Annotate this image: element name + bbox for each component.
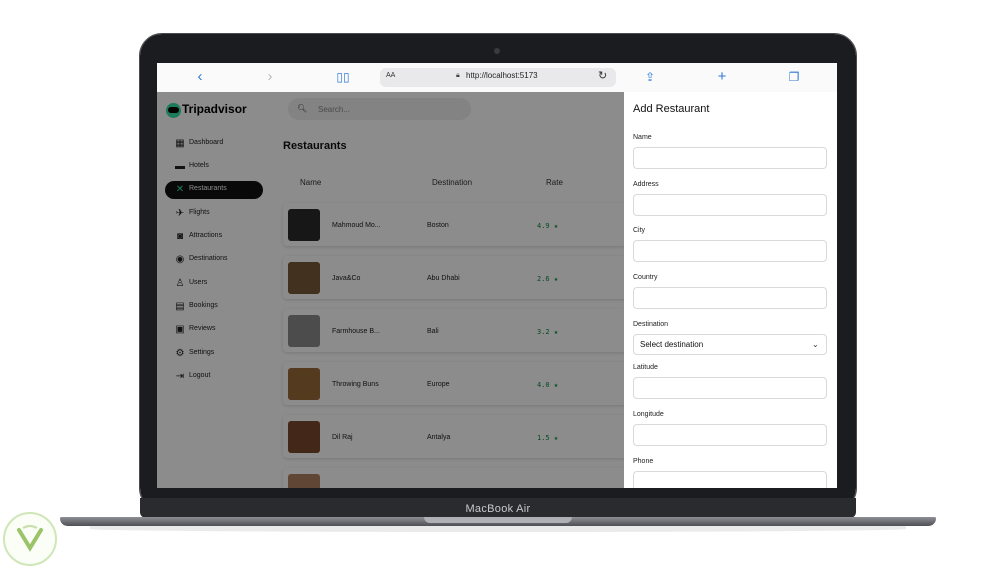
city-label: City <box>633 227 646 234</box>
laptop-shadow <box>90 526 906 532</box>
country-input[interactable] <box>633 287 827 309</box>
laptop-notch <box>424 517 572 523</box>
country-label: Country <box>633 274 658 281</box>
reload-icon[interactable]: ↻ <box>598 69 607 82</box>
app-window: Tripadvisor ▦ Dashboard ▬ Hotels ✕ Resta… <box>157 92 837 488</box>
address-label: Address <box>633 181 659 188</box>
destination-select-value: Select destination <box>640 340 704 349</box>
destination-label: Destination <box>633 321 669 328</box>
camera <box>494 48 500 54</box>
share-icon[interactable]: ⇪ <box>643 69 657 85</box>
chevron-down-icon: ⌄ <box>812 340 819 349</box>
phone-label: Phone <box>633 458 654 465</box>
lock-icon: 🔒︎ <box>456 72 460 79</box>
latitude-input[interactable] <box>633 377 827 399</box>
url-text[interactable]: http://localhost:5173 <box>466 71 538 80</box>
forward-icon[interactable]: › <box>263 69 277 85</box>
name-label: Name <box>633 134 652 141</box>
device-label: MacBook Air <box>465 503 531 515</box>
longitude-label: Longitude <box>633 411 664 418</box>
modal-backdrop[interactable] <box>157 92 624 488</box>
watermark-leaf-icon <box>17 525 43 552</box>
city-input[interactable] <box>633 240 827 262</box>
new-tab-icon[interactable]: + <box>715 69 729 85</box>
longitude-input[interactable] <box>633 424 827 446</box>
name-input[interactable] <box>633 147 827 169</box>
back-icon[interactable]: ‹ <box>193 69 207 85</box>
address-input[interactable] <box>633 194 827 216</box>
drawer-title: Add Restaurant <box>633 103 710 115</box>
laptop-screen: ‹ › ▯▯ AA 🔒︎ http://localhost:5173 ↻ ⇪ +… <box>157 63 837 488</box>
phone-input[interactable] <box>633 471 827 488</box>
add-restaurant-drawer: Add Restaurant Name Address City Country… <box>624 92 837 488</box>
latitude-label: Latitude <box>633 364 658 371</box>
text-size-button[interactable]: AA <box>386 72 395 79</box>
tabs-icon[interactable]: ❐ <box>787 69 801 85</box>
bookmarks-icon[interactable]: ▯▯ <box>335 69 351 85</box>
watermark-logo <box>3 512 57 566</box>
